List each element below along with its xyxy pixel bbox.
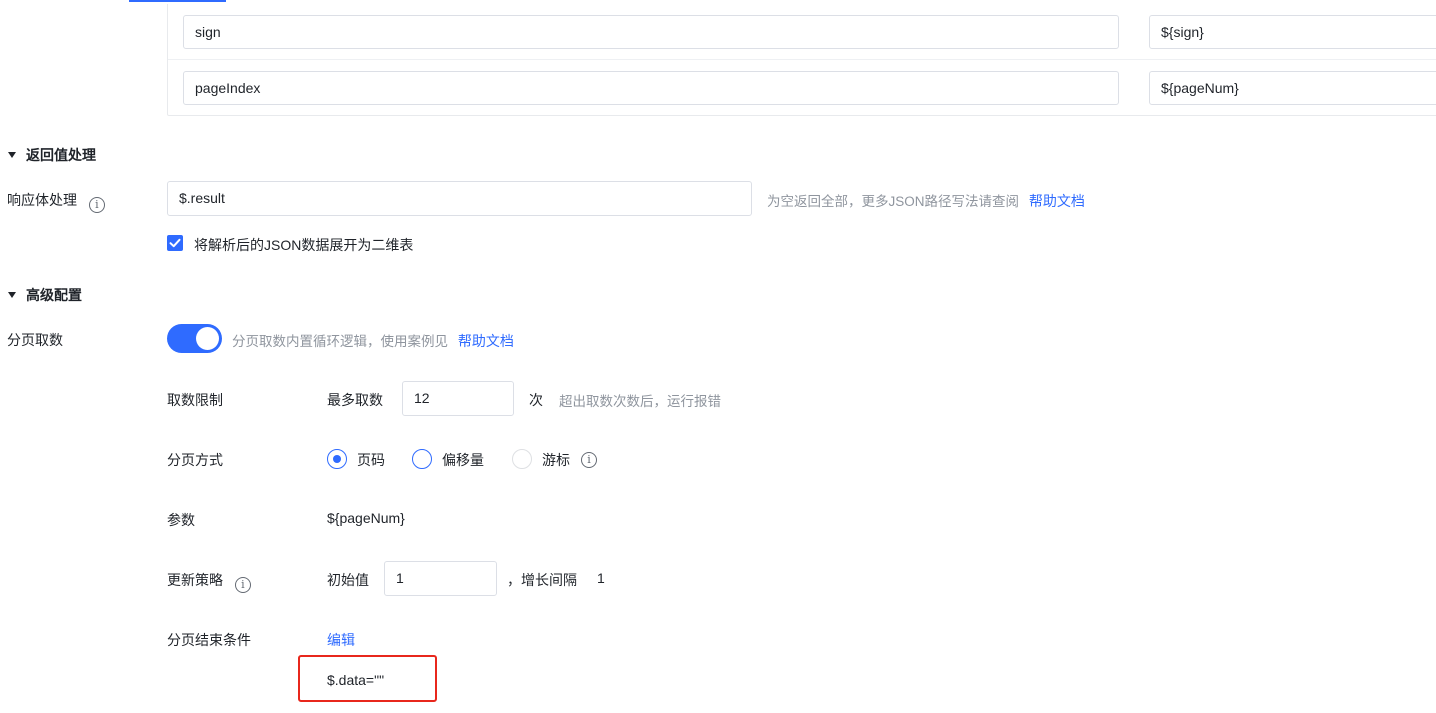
- advanced-section-header[interactable]: 高级配置: [8, 285, 82, 305]
- limit-hint: 超出取数次数后，运行报错: [559, 394, 721, 409]
- flatten-checkbox[interactable]: [167, 235, 183, 251]
- section-title: 高级配置: [26, 287, 82, 303]
- caret-down-icon: [8, 152, 16, 158]
- paging-hint-row: 分页取数内置循环逻辑，使用案例见 帮助文档: [232, 330, 514, 351]
- radio-cursor[interactable]: [512, 449, 532, 469]
- info-icon[interactable]: i: [581, 452, 597, 468]
- section-title: 返回值处理: [26, 147, 96, 163]
- params-row-divider: [168, 59, 1436, 60]
- response-body-label: 响应体处理 i: [7, 190, 105, 213]
- return-section-header[interactable]: 返回值处理: [8, 145, 96, 165]
- param-value: ${pageNum}: [327, 510, 405, 526]
- update-strategy-label-text: 更新策略: [167, 572, 223, 588]
- initial-value-label: 初始值: [327, 572, 369, 588]
- edit-link[interactable]: 编辑: [327, 630, 355, 650]
- radio-offset[interactable]: [412, 449, 432, 469]
- paging-toggle[interactable]: [167, 324, 222, 353]
- param-key-input[interactable]: sign: [183, 15, 1119, 49]
- active-tab-indicator: [129, 0, 226, 2]
- info-icon[interactable]: i: [234, 577, 251, 593]
- radio-label: 游标: [542, 452, 570, 468]
- toggle-knob: [196, 327, 219, 350]
- highlight-box: [298, 655, 437, 702]
- radio-selected-dot: [333, 455, 341, 463]
- initial-value-input[interactable]: 1: [384, 561, 497, 596]
- paging-label: 分页取数: [7, 332, 63, 348]
- limit-input[interactable]: 12: [402, 381, 514, 416]
- flatten-label: 将解析后的JSON数据展开为二维表: [194, 237, 414, 253]
- limit-unit: 次: [529, 392, 543, 408]
- response-hint-row: 为空返回全部，更多JSON路径写法请查阅 帮助文档: [767, 190, 1085, 211]
- param-label: 参数: [167, 512, 195, 528]
- response-body-label-text: 响应体处理: [7, 192, 77, 208]
- caret-down-icon: [8, 292, 16, 298]
- limit-prefix: 最多取数: [327, 392, 383, 408]
- update-strategy-label: 更新策略 i: [167, 570, 251, 593]
- response-hint: 为空返回全部，更多JSON路径写法请查阅: [767, 194, 1020, 209]
- info-icon[interactable]: i: [88, 197, 105, 213]
- radio-label: 页码: [357, 452, 385, 468]
- end-condition-label: 分页结束条件: [167, 632, 251, 648]
- paging-hint: 分页取数内置循环逻辑，使用案例见: [232, 334, 448, 349]
- step-value: 1: [597, 570, 605, 586]
- checkmark-icon: [169, 238, 181, 248]
- help-doc-link[interactable]: 帮助文档: [458, 333, 514, 349]
- param-key-input[interactable]: pageIndex: [183, 71, 1119, 105]
- param-value-input[interactable]: ${pageNum}: [1149, 71, 1436, 105]
- limit-label: 取数限制: [167, 392, 223, 408]
- help-doc-link[interactable]: 帮助文档: [1029, 193, 1085, 209]
- step-label: ，增长间隔: [507, 572, 577, 588]
- param-value-input[interactable]: ${sign}: [1149, 15, 1436, 49]
- response-path-input[interactable]: $.result: [167, 181, 752, 216]
- radio-label: 偏移量: [442, 452, 484, 468]
- mode-label: 分页方式: [167, 452, 223, 468]
- radio-page-number[interactable]: [327, 449, 347, 469]
